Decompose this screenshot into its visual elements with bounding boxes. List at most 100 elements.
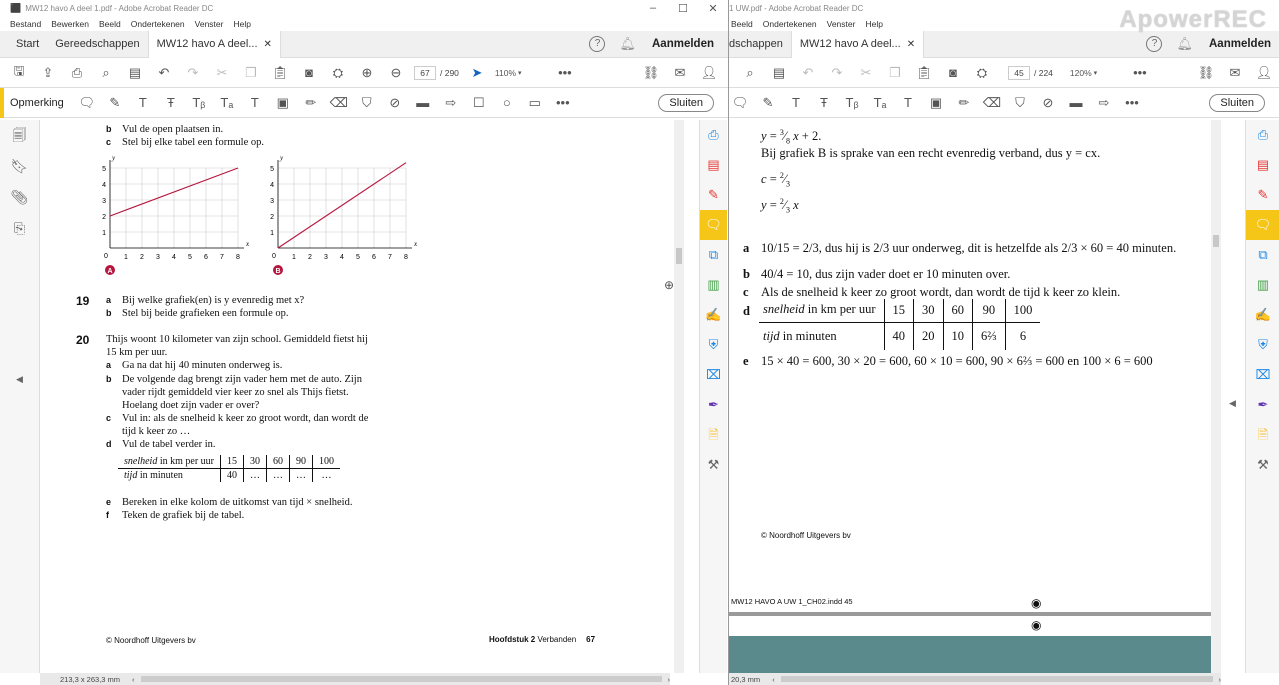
binoculars-icon[interactable]: ⛭ [327,65,349,81]
text-replace-icon[interactable]: Tᵦ [188,95,210,110]
menu-venster[interactable]: Venster [195,19,224,29]
bell-icon[interactable]: 🔔︎ [619,36,636,52]
sticky-note-icon[interactable]: 🗨︎ [76,95,98,111]
page-down-icon[interactable]: ⊖ [385,65,407,81]
horizontal-scrollbar[interactable] [140,676,662,682]
print-icon[interactable]: ⎙ [66,65,88,81]
pencil-icon[interactable]: ✏ [300,95,322,111]
send-sign-icon[interactable]: ✒ [700,390,727,420]
more-options-icon[interactable]: ••• [1129,65,1151,80]
login-button[interactable]: Aanmelden [652,38,714,50]
collapse-left-icon[interactable]: ◀ [1229,398,1236,409]
close-window-button[interactable]: ✕ [698,2,728,15]
collapse-right-icon[interactable]: ⊕ [664,278,674,292]
arrow-icon[interactable]: ⇨ [440,95,462,111]
menu-bewerken[interactable]: Bewerken [51,19,89,29]
close-tab-icon[interactable]: ✕ [907,39,915,50]
attach-icon[interactable]: ⊘ [1037,95,1059,111]
horizontal-scrollbar[interactable] [780,676,1213,682]
document-viewport[interactable]: b Vul de open plaatsen in. c Stel bij elke… [40,120,698,673]
protect-icon[interactable]: ⛨ [700,330,727,360]
vertical-scrollbar[interactable] [674,120,684,673]
scroll-left-icon[interactable]: ‹ [132,675,135,684]
zoom-select[interactable]: 120% ▾ [1070,68,1122,78]
undo-icon[interactable]: ↶ [153,65,175,81]
text-strike-icon[interactable]: T [132,95,154,110]
text-replace-icon[interactable]: Tᵦ [841,95,863,110]
redo-icon[interactable]: ↷ [826,65,848,81]
menu-beeld[interactable]: Beeld [731,19,753,29]
circle-icon[interactable]: ○ [496,95,518,110]
text-underline-icon[interactable]: Ŧ [160,95,182,110]
page-number-input[interactable]: 67 [414,65,436,80]
zoom-select[interactable]: 110% ▾ [495,68,547,78]
signature-panel-icon[interactable]: ⎘ [0,213,39,244]
scan-icon[interactable]: ⌧ [1246,360,1279,390]
create-pdf-icon[interactable]: ▤ [1246,150,1279,180]
zoom-search-icon[interactable]: ⌕ [739,65,761,81]
link-icon[interactable]: ⛓ [640,65,662,81]
more-annot-icon[interactable]: ••• [1121,95,1143,110]
help-icon[interactable]: ? [589,36,606,52]
close-annotation-button[interactable]: Sluiten [1209,93,1265,112]
page-number-input[interactable]: 45 [1008,65,1030,80]
redo-icon[interactable]: ↷ [182,65,204,81]
text-insert-icon[interactable]: Tₐ [216,95,238,110]
send-sign-icon[interactable]: ✒ [1246,390,1279,420]
pages-icon[interactable]: 🗐 [0,120,39,151]
combine-icon[interactable]: ⧉ [1246,240,1279,270]
line-icon[interactable]: ▬ [412,95,434,110]
maximize-button[interactable]: ☐ [668,2,698,15]
scroll-left-icon[interactable]: ‹ [772,675,775,684]
comment-icon[interactable]: 🗨︎ [700,210,727,240]
fill-sign-icon[interactable]: ✍ [700,300,727,330]
scan-icon[interactable]: ⌧ [700,360,727,390]
scrollbar-thumb[interactable] [1213,235,1219,247]
certificate-icon[interactable]: 🗎 [700,420,727,450]
close-tab-icon[interactable]: ✕ [264,39,272,50]
tools-icon[interactable]: ⚒ [1246,450,1279,480]
add-text-icon[interactable]: T [244,95,266,110]
rectangle-icon[interactable]: ☐ [468,95,490,111]
arrow-icon[interactable]: ⇨ [1093,95,1115,111]
export-pdf-icon[interactable]: ⎙ [1246,120,1279,150]
close-annotation-button[interactable]: Sluiten [658,93,714,112]
menu-beeld[interactable]: Beeld [99,19,121,29]
scrollbar-thumb[interactable] [676,248,682,264]
text-underline-icon[interactable]: Ŧ [813,95,835,110]
tab-tools[interactable]: dschappen [729,31,791,58]
tab-start[interactable]: Start [8,31,47,58]
text-box-icon[interactable]: ▣ [272,95,294,111]
scroll-right-icon[interactable]: › [668,675,671,684]
paperclip-icon[interactable]: 📎︎ [0,182,39,213]
undo-icon[interactable]: ↶ [797,65,819,81]
bell-icon[interactable]: 🔔︎ [1176,36,1193,52]
mail-icon[interactable]: ✉ [1224,65,1246,81]
attach-icon[interactable]: ⊘ [384,95,406,111]
login-button[interactable]: Aanmelden [1209,38,1271,50]
zoom-search-icon[interactable]: ⌕ [95,65,117,81]
screenshot-icon[interactable]: ◙ [942,65,964,80]
collapse-left-icon[interactable]: ◀ [0,364,39,395]
help-icon[interactable]: ? [1146,36,1163,52]
create-pdf-icon[interactable]: ▤ [700,150,727,180]
menu-bestand[interactable]: Bestand [10,19,41,29]
eraser-icon[interactable]: ⌫ [328,95,350,111]
menu-help[interactable]: Help [865,19,882,29]
text-insert-icon[interactable]: Tₐ [869,95,891,110]
add-user-icon[interactable]: 👤︎ [698,65,720,81]
bookmark-icon[interactable]: 🔖︎ [0,151,39,182]
cut-icon[interactable]: ✂ [855,65,877,81]
screenshot-icon[interactable]: ◙ [298,65,320,80]
protect-icon[interactable]: ⛨ [1246,330,1279,360]
clipboard-icon[interactable]: 📋︎ [269,65,291,81]
minimize-button[interactable]: – [638,2,668,15]
tab-document[interactable]: MW12 havo A deel... ✕ [790,30,925,58]
line-icon[interactable]: ▬ [1065,95,1087,110]
document-viewport[interactable]: y = 3⁄8 x + 2. Bij grafiek B is sprake v… [729,120,1221,673]
pencil-icon[interactable]: ✏ [953,95,975,111]
save-icon[interactable]: 🖫 [8,62,30,84]
tools-icon[interactable]: ⚒ [700,450,727,480]
page-search-icon[interactable]: ▤ [768,65,790,81]
copy-icon[interactable]: ❐ [884,65,906,81]
